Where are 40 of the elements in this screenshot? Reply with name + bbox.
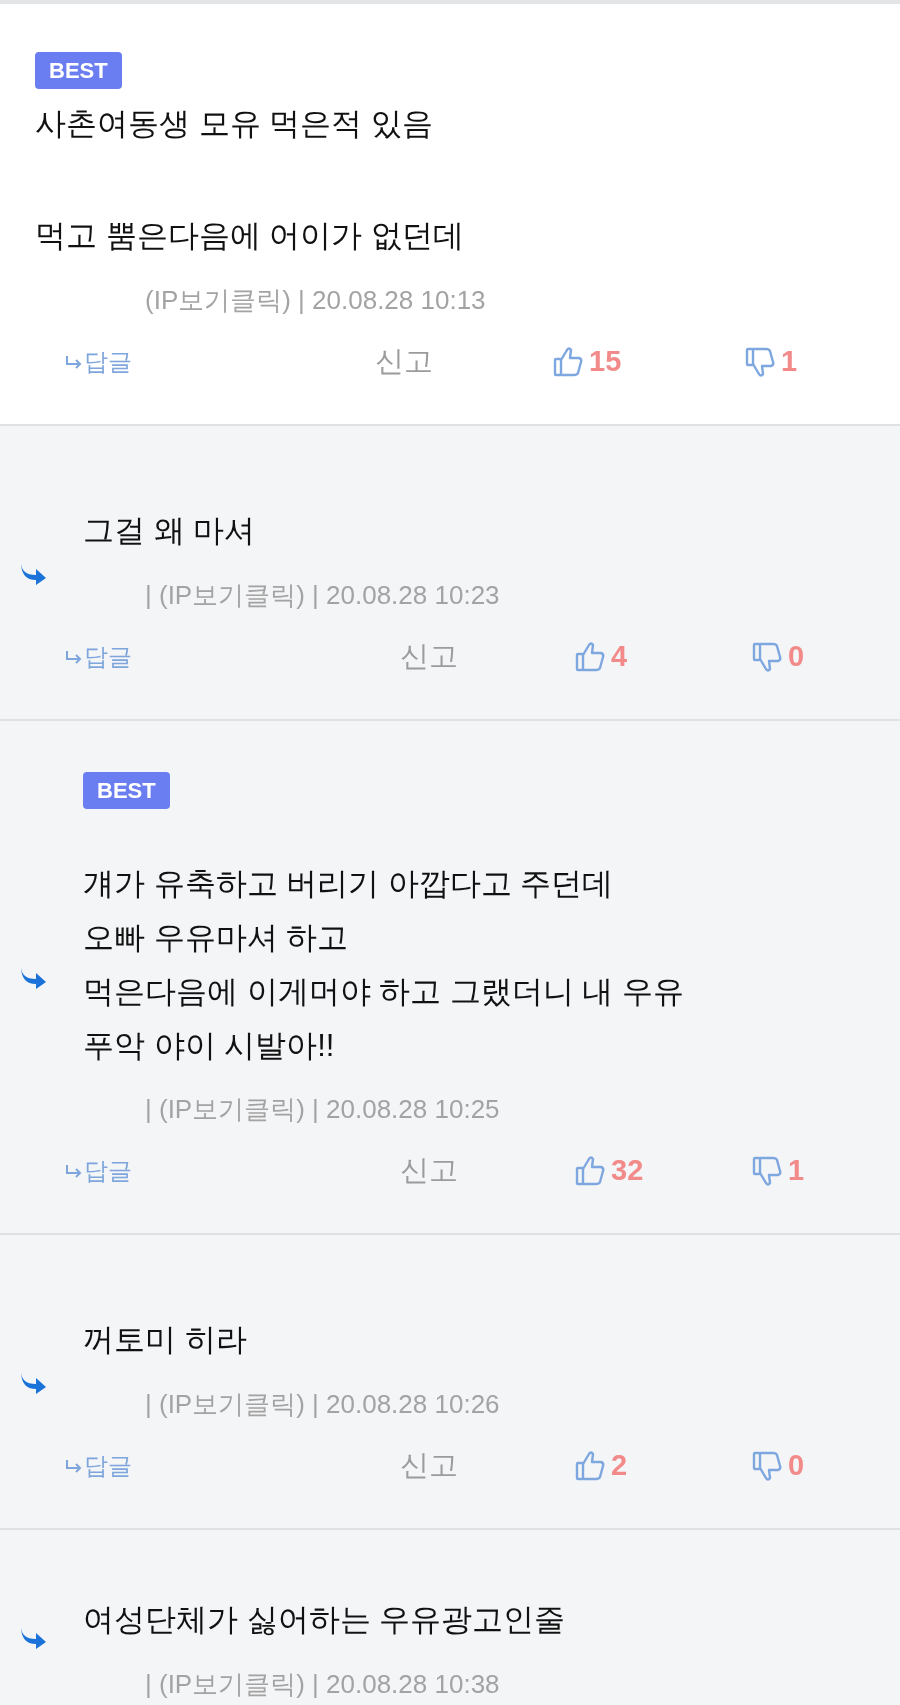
- best-badge: BEST: [35, 52, 122, 89]
- report-button[interactable]: 신고: [375, 340, 433, 384]
- dislike-button[interactable]: 1: [745, 340, 798, 384]
- thumbs-down-icon: [752, 1450, 782, 1482]
- dislike-button[interactable]: 1: [752, 1149, 805, 1193]
- like-button[interactable]: 15: [553, 340, 622, 384]
- thumbs-down-icon: [752, 1155, 782, 1187]
- report-button[interactable]: 신고: [400, 1149, 458, 1193]
- reply-button[interactable]: 답글: [65, 1444, 132, 1488]
- comment-text: 사촌여동생 모유 먹은적 있음 먹고 뿜은다음에 어이가 없던데: [35, 105, 465, 255]
- comment-meta: | (IP보기클릭) | 20.08.28 10:25: [145, 1093, 500, 1126]
- reply-button[interactable]: 답글: [65, 635, 132, 679]
- thumbs-up-icon: [553, 346, 583, 378]
- thumbs-up-icon: [575, 641, 605, 673]
- thumbs-down-icon: [752, 641, 782, 673]
- best-badge: BEST: [83, 772, 170, 809]
- comment-meta: (IP보기클릭) | 20.08.28 10:13: [145, 284, 486, 317]
- reply-button[interactable]: 답글: [65, 1149, 132, 1193]
- comment-meta: | (IP보기클릭) | 20.08.28 10:23: [145, 579, 500, 612]
- thumbs-down-icon: [745, 346, 775, 378]
- report-button[interactable]: 신고: [400, 635, 458, 679]
- comment-meta: | (IP보기클릭) | 20.08.28 10:26: [145, 1388, 500, 1421]
- reply-arrow-icon: [65, 355, 83, 369]
- reply-arrow-icon: [65, 1164, 83, 1178]
- comment-text: 걔가 유축하고 버리기 아깝다고 주던데 오빠 우유마셔 하고 먹은다음에 이게머야 하고 그랬더니 내 우유 푸악 야이 시발아!!: [83, 865, 686, 1065]
- reply-button[interactable]: 답글: [65, 340, 132, 384]
- comment-text: 꺼토미 히라: [83, 1321, 248, 1359]
- dislike-button[interactable]: 0: [752, 1444, 805, 1488]
- comment-text: 그걸 왜 마셔: [83, 512, 257, 550]
- thumbs-up-icon: [575, 1450, 605, 1482]
- reply-arrow-icon: [65, 1459, 83, 1473]
- reply-arrow-icon: [65, 650, 83, 664]
- report-button[interactable]: 신고: [400, 1444, 458, 1488]
- like-button[interactable]: 2: [575, 1444, 628, 1488]
- comment-text: 여성단체가 싫어하는 우유광고인줄: [83, 1601, 567, 1639]
- like-button[interactable]: 32: [575, 1149, 644, 1193]
- comment-meta: | (IP보기클릭) | 20.08.28 10:38: [145, 1668, 500, 1701]
- thumbs-up-icon: [575, 1155, 605, 1187]
- like-button[interactable]: 4: [575, 635, 628, 679]
- dislike-button[interactable]: 0: [752, 635, 805, 679]
